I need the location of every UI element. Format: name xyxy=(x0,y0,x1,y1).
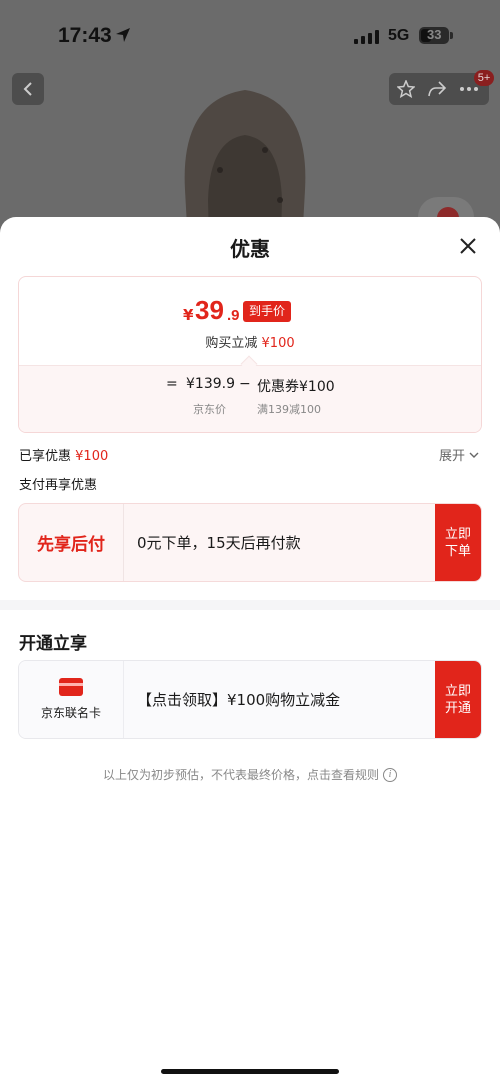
pay-more-heading: 支付再享优惠 xyxy=(19,478,98,493)
order-now-button[interactable]: 立即下单 xyxy=(435,504,481,581)
close-button[interactable] xyxy=(455,233,481,259)
home-indicator xyxy=(161,1069,339,1074)
location-arrow-icon xyxy=(116,28,130,42)
pay-later-label: 先享后付 xyxy=(37,535,105,555)
coupon-condition: 满139减100 xyxy=(257,403,321,416)
base-price-label: 京东价 xyxy=(193,403,226,416)
card-offer-left: 京东联名卡 xyxy=(19,661,124,738)
credit-card-icon xyxy=(59,678,83,696)
pay-later-card[interactable]: 先享后付 0元下单，15天后再付款 立即下单 xyxy=(18,503,482,582)
pay-later-left: 先享后付 xyxy=(19,504,124,581)
star-icon[interactable] xyxy=(397,80,415,98)
enjoyed-label: 已享优惠 xyxy=(19,449,72,464)
final-price-decimal: .9 xyxy=(227,307,240,324)
pay-later-text: 0元下单，15天后再付款 xyxy=(137,534,301,552)
final-price: 39 xyxy=(195,295,224,325)
coupon-amount: 优惠券¥100 xyxy=(257,379,335,395)
message-badge: 5+ xyxy=(474,70,494,86)
status-time: 17:43 xyxy=(58,24,112,47)
sheet-title: 优惠 xyxy=(230,237,270,261)
cellular-signal-icon xyxy=(354,30,379,44)
enjoyed-amount: ¥100 xyxy=(75,449,109,464)
formula-equals: = xyxy=(166,376,178,392)
back-button[interactable] xyxy=(12,73,44,105)
status-bar: 17:43 5G 33 xyxy=(0,0,500,70)
battery-icon: 33 xyxy=(419,27,453,44)
expand-button[interactable]: 展开 xyxy=(439,445,479,464)
disclaimer[interactable]: 以上仅为初步预估，不代表最终价格，点击查看规则 i xyxy=(0,766,500,783)
reduction-amount: ¥100 xyxy=(261,336,295,351)
instant-reduction: 购买立减 ¥100 xyxy=(0,332,500,351)
base-price: ¥139.9 xyxy=(186,376,235,392)
chevron-down-icon xyxy=(469,452,479,458)
co-branded-card-offer[interactable]: 京东联名卡 【点击领取】¥100购物立减金 立即开通 xyxy=(18,660,482,739)
close-icon xyxy=(460,238,476,254)
price-card xyxy=(18,276,482,433)
open-card-button[interactable]: 立即开通 xyxy=(435,661,481,738)
reduction-label: 购买立减 xyxy=(205,336,258,351)
card-offer-text: 【点击领取】¥100购物立减金 xyxy=(137,691,341,709)
enjoyed-discount: 已享优惠 ¥100 xyxy=(19,445,108,464)
network-type: 5G xyxy=(388,27,410,44)
battery-level: 33 xyxy=(427,27,442,42)
formula-minus: − xyxy=(239,376,251,392)
info-icon: i xyxy=(383,767,397,782)
final-price-tag: 到手价 xyxy=(243,301,292,322)
disclaimer-text: 以上仅为初步预估，不代表最终价格，点击查看规则 xyxy=(102,768,379,782)
section-divider xyxy=(0,600,500,610)
price-currency: ¥ xyxy=(183,306,194,324)
share-icon[interactable] xyxy=(427,80,447,98)
section-title: 开通立享 xyxy=(19,634,87,654)
expand-label: 展开 xyxy=(439,449,466,464)
chevron-left-icon xyxy=(23,82,32,96)
card-name: 京东联名卡 xyxy=(40,706,101,720)
